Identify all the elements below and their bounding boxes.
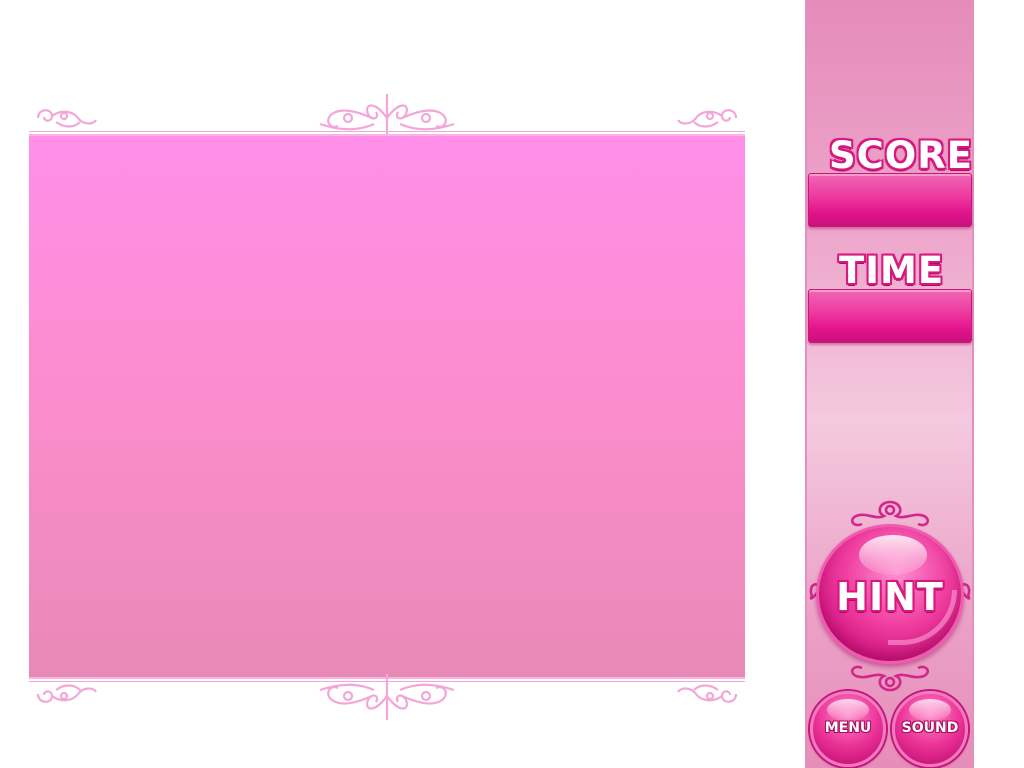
hint-label: HINT	[836, 575, 944, 619]
sound-label: SOUND	[901, 720, 959, 736]
fleur-ornament-icon	[319, 674, 455, 720]
sound-button[interactable]: SOUND	[892, 691, 968, 767]
game-screen: SCORE TIME HINT MENU SOUND	[0, 0, 1024, 768]
menu-button[interactable]: MENU	[810, 691, 886, 767]
swirl-ornament-icon	[677, 684, 738, 703]
score-display	[808, 173, 972, 227]
score-label: SCORE	[829, 134, 974, 177]
swirl-ornament-icon	[36, 109, 97, 128]
sound-gloss	[909, 699, 951, 721]
menu-label: MENU	[824, 720, 872, 736]
game-board[interactable]	[29, 134, 745, 679]
board-top-border	[29, 131, 745, 132]
hint-gloss	[859, 535, 927, 575]
menu-gloss	[827, 699, 869, 721]
time-display	[808, 289, 972, 343]
swirl-ornament-icon	[677, 109, 738, 128]
hint-button[interactable]: HINT	[816, 524, 964, 664]
swirl-ornament-icon	[36, 684, 97, 703]
time-label: TIME	[839, 249, 945, 292]
